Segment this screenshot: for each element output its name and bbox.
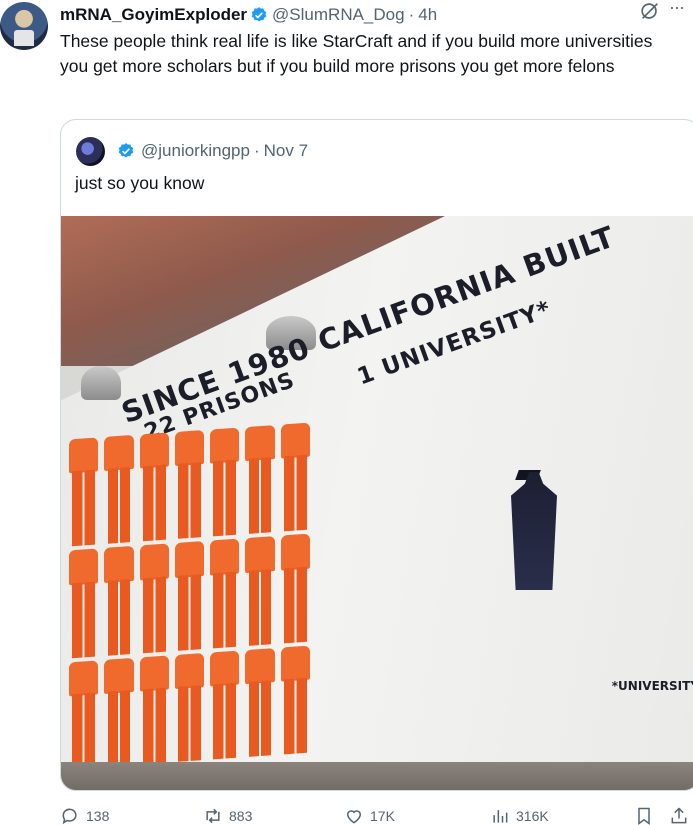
jumpsuit xyxy=(102,546,135,656)
separator-dot: · xyxy=(408,5,415,24)
verified-icon xyxy=(118,143,134,158)
jumpsuit xyxy=(279,422,312,532)
author-handle[interactable]: @SlumRNA_Dog xyxy=(272,5,405,25)
quoted-handle[interactable]: @juniorkingpp xyxy=(141,141,250,161)
tweet-text: These people think real life is like Sta… xyxy=(60,31,653,76)
view-count: 316K xyxy=(516,808,549,824)
gallery-floor xyxy=(61,762,693,790)
bookmark-button[interactable] xyxy=(634,805,654,825)
like-button[interactable]: 17K xyxy=(344,805,395,825)
jumpsuit-grid xyxy=(67,422,312,769)
reply-button[interactable]: 138 xyxy=(60,805,109,825)
share-icon xyxy=(671,807,687,824)
quoted-header: @juniorkingpp · Nov 7 xyxy=(111,140,308,162)
jumpsuit xyxy=(102,435,135,545)
jumpsuit xyxy=(243,425,276,535)
author-name[interactable]: mRNA_GoyimExploder xyxy=(60,5,247,25)
reply-icon xyxy=(62,808,77,825)
ceiling-lamp xyxy=(81,366,121,400)
views-icon xyxy=(493,810,508,823)
jumpsuit xyxy=(243,648,276,758)
quoted-text: just so you know xyxy=(75,173,205,193)
jumpsuit xyxy=(67,660,100,770)
jumpsuit xyxy=(208,427,241,537)
jumpsuit xyxy=(173,652,206,762)
bookmark-icon xyxy=(638,807,650,825)
jumpsuit xyxy=(208,650,241,760)
jumpsuit xyxy=(208,539,241,649)
like-count: 17K xyxy=(370,808,395,824)
repost-icon xyxy=(206,808,220,824)
more-icon[interactable]: ··· xyxy=(669,0,691,22)
graduation-gown xyxy=(511,472,557,590)
quoted-date[interactable]: Nov 7 xyxy=(264,141,308,161)
repost-button[interactable]: 883 xyxy=(203,805,252,825)
tweet-time[interactable]: 4h xyxy=(418,5,437,25)
views-button[interactable]: 316K xyxy=(490,805,549,825)
separator-dot: · xyxy=(253,141,260,160)
quoted-tweet[interactable]: @juniorkingpp · Nov 7 just so you know S… xyxy=(60,119,693,791)
jumpsuit xyxy=(279,534,312,644)
jumpsuit xyxy=(67,549,100,659)
jumpsuit xyxy=(279,645,312,755)
share-button[interactable] xyxy=(669,805,689,825)
jumpsuit xyxy=(67,437,100,547)
reply-count: 138 xyxy=(86,808,110,824)
wall-footnote: *UNIVERSITY xyxy=(611,679,693,693)
jumpsuit xyxy=(173,541,206,651)
jumpsuit xyxy=(138,544,171,654)
jumpsuit xyxy=(138,432,171,542)
verified-icon xyxy=(251,7,267,22)
tweet-actions: 138 883 17K 316K xyxy=(60,805,693,825)
quoted-image[interactable]: SINCE 1980 CALIFORNIA BUILT 22 PRISONS 1… xyxy=(61,216,693,790)
jumpsuit xyxy=(138,655,171,765)
jumpsuit xyxy=(243,536,276,646)
like-icon xyxy=(346,810,362,824)
author-avatar[interactable] xyxy=(0,2,48,50)
tweet-header: mRNA_GoyimExploder @SlumRNA_Dog · 4h xyxy=(60,4,693,26)
repost-count: 883 xyxy=(229,808,253,824)
grok-icon[interactable] xyxy=(639,0,661,22)
jumpsuit xyxy=(102,657,135,767)
quoted-avatar[interactable] xyxy=(76,137,105,166)
jumpsuit xyxy=(173,430,206,540)
